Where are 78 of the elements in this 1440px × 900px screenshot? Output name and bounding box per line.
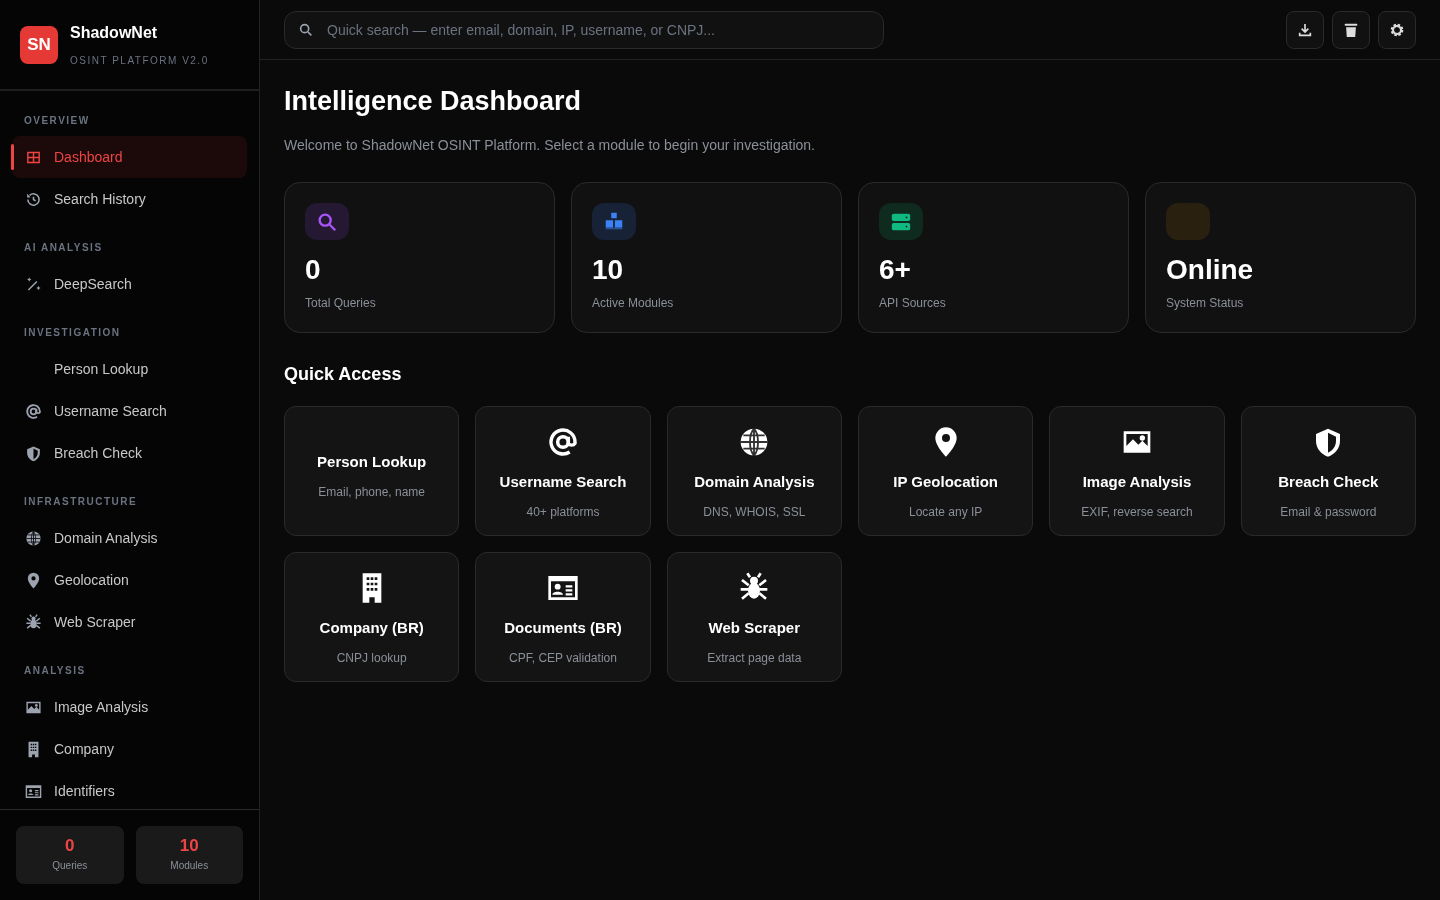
module-subtitle: EXIF, reverse search [1081,503,1193,521]
module-subtitle: CNPJ lookup [336,649,407,667]
history-icon [24,190,42,208]
nav-section-title: AI ANALYSIS [23,241,104,255]
stat-value: 0 [65,837,75,854]
sidebar-item[interactable]: Web Scraper [12,601,247,643]
stat-label: System Status [1166,295,1245,312]
module-card[interactable]: Person Lookup Email, phone, name [284,406,460,536]
module-subtitle: CPF, CEP validation [509,649,617,667]
brand-name: ShadowNet [70,23,159,43]
stat-value: 0 [305,256,322,284]
page-subtitle: Welcome to ShadowNet OSINT Platform. Select a module to begin your investigation. [284,136,816,155]
module-subtitle: 40+ platforms [526,503,600,521]
sidebar-item[interactable]: Username Search [12,390,247,432]
module-title: IP Geolocation [893,472,999,492]
globe-icon [24,529,42,547]
sidebar-item[interactable]: Person Lookup [12,348,247,390]
module-title: Breach Check [1278,472,1379,492]
download-button[interactable] [1286,10,1324,49]
module-title: Image Analysis [1082,472,1192,492]
nav-section-title: INFRASTRUCTURE [23,495,139,509]
brand-tagline: OSINT PLATFORM V2.0 [70,54,209,68]
sidebar-item[interactable]: Domain Analysis [12,517,247,559]
search-icon [298,21,314,38]
stat-label: Queries [52,859,88,873]
module-card[interactable]: Documents (BR) CPF, CEP validation [475,552,651,682]
spider-icon [24,613,42,631]
stat-label: Modules [170,859,209,873]
settings-icon [1389,21,1405,38]
nav-section-title: INVESTIGATION [23,326,122,340]
sidebar-item[interactable]: Breach Check [12,432,247,474]
stat-value: Online [1166,256,1255,284]
module-title: Username Search [499,472,627,492]
module-subtitle: Email, phone, name [318,483,426,501]
section-title: Quick Access [284,363,403,386]
page-title: Intelligence Dashboard [284,88,583,115]
sidebar-item[interactable]: DeepSearch [12,263,247,305]
search-field[interactable]: Quick search — enter email, domain, IP, username, or CNPJ... [284,10,884,49]
magic-wand-icon [24,275,42,293]
module-title: Web Scraper [708,618,801,638]
stat-value: 10 [179,837,199,854]
stat-label: Active Modules [592,295,675,312]
module-card[interactable]: Web Scraper Extract page data [666,552,842,682]
module-title: Person Lookup [317,452,427,472]
module-card[interactable]: Image Analysis EXIF, reverse search [1049,406,1225,536]
at-sign-icon [547,426,579,458]
nav-section-title: ANALYSIS [23,664,87,678]
id-card-icon [24,782,42,800]
module-subtitle: Email & password [1280,503,1377,521]
module-card[interactable]: Breach Check Email & password [1240,406,1416,536]
logo-badge: SN [20,25,58,64]
at-sign-icon [24,402,42,420]
nav-section-title: OVERVIEW [23,114,91,128]
stat-value: 10 [592,256,625,284]
module-title: Domain Analysis [694,472,815,492]
delete-button[interactable] [1332,10,1370,49]
stat-label: API Sources [879,295,947,312]
module-title: Company (BR) [319,618,424,638]
sidebar-item[interactable]: Dashboard [12,136,247,178]
module-subtitle: Locate any IP [908,503,983,521]
trash-icon [1344,21,1358,38]
sidebar-item[interactable]: Search History [12,178,247,220]
sidebar-item[interactable]: Image Analysis [12,686,247,728]
module-card[interactable]: Company (BR) CNPJ lookup [284,552,460,682]
stat-label: Total Queries [305,295,377,312]
module-card[interactable]: Domain Analysis DNS, WHOIS, SSL [666,406,842,536]
stat-value: 6+ [879,256,912,284]
shield-icon [24,444,42,462]
module-card[interactable]: Username Search 40+ platforms [475,406,651,536]
module-subtitle: DNS, WHOIS, SSL [703,503,806,521]
module-title: Documents (BR) [504,618,622,638]
settings-button[interactable] [1378,10,1416,49]
module-card[interactable]: IP Geolocation Locate any IP [858,406,1034,536]
sidebar-item[interactable]: Company [12,728,247,770]
module-subtitle: Extract page data [707,649,802,667]
sidebar-item[interactable]: Geolocation [12,559,247,601]
sidebar-item[interactable]: Identifiers [12,770,247,809]
download-icon [1297,21,1313,38]
